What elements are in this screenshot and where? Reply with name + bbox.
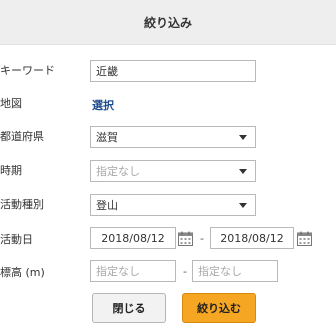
- prefecture-select[interactable]: 滋賀: [90, 126, 256, 148]
- date-from-input[interactable]: 2018/08/12: [90, 227, 176, 249]
- chevron-down-icon: [239, 203, 247, 208]
- keyword-label: キーワード: [0, 64, 55, 77]
- date-separator: -: [200, 232, 204, 245]
- prefecture-label: 都道府県: [0, 130, 44, 143]
- elevation-max-input[interactable]: 指定なし: [192, 260, 278, 282]
- activity-type-label: 活動種別: [0, 198, 44, 211]
- calendar-icon[interactable]: [178, 231, 193, 246]
- activity-type-value: 登山: [96, 199, 118, 212]
- elevation-separator: -: [183, 265, 187, 278]
- period-label: 時期: [0, 164, 22, 177]
- date-to-input[interactable]: 2018/08/12: [210, 227, 294, 249]
- apply-filter-button[interactable]: 絞り込む: [182, 293, 256, 323]
- calendar-icon[interactable]: [297, 231, 312, 246]
- dialog-header: 絞り込み: [0, 0, 336, 45]
- period-placeholder: 指定なし: [96, 165, 140, 178]
- activity-type-select[interactable]: 登山: [90, 194, 256, 216]
- keyword-input[interactable]: 近畿: [90, 60, 256, 82]
- elevation-label: 標高 (m): [0, 266, 45, 279]
- elevation-min-input[interactable]: 指定なし: [90, 260, 176, 282]
- map-select-link[interactable]: 選択: [92, 97, 114, 113]
- dialog-title: 絞り込み: [143, 15, 192, 30]
- activity-date-label: 活動日: [0, 233, 33, 246]
- map-label: 地図: [0, 97, 22, 110]
- prefecture-value: 滋賀: [96, 131, 118, 144]
- close-button[interactable]: 閉じる: [92, 293, 166, 323]
- chevron-down-icon: [239, 169, 247, 174]
- period-select[interactable]: 指定なし: [90, 160, 256, 182]
- chevron-down-icon: [239, 135, 247, 140]
